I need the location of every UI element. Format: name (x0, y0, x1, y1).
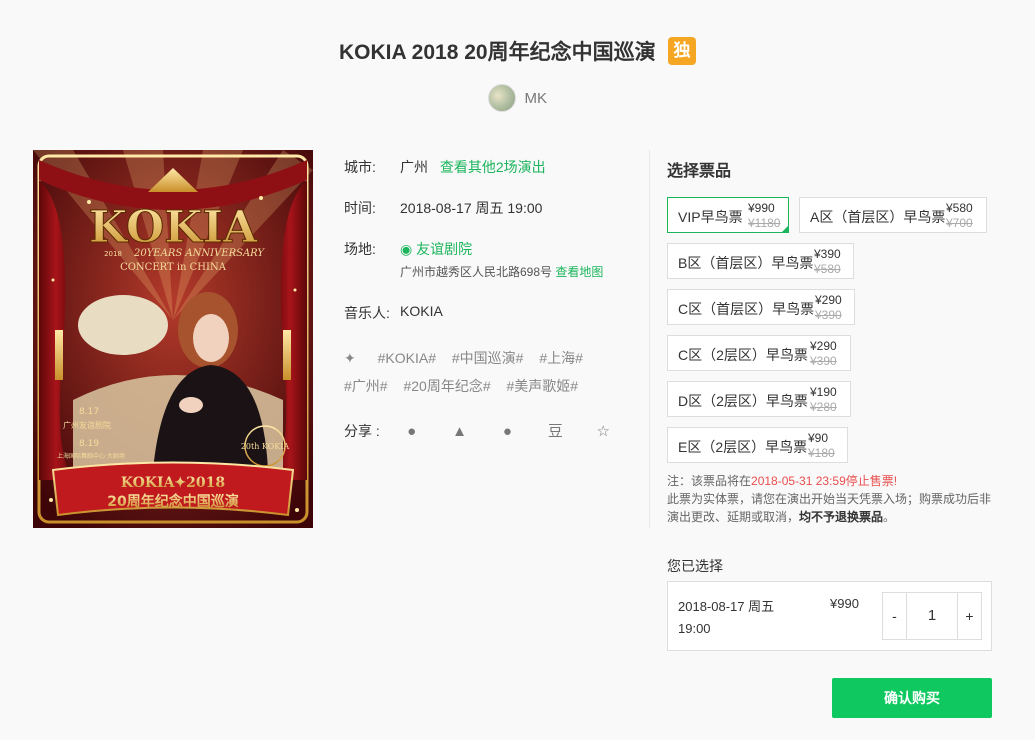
selection-box: 2018-08-17 周五 19:00 ¥990 - 1 + (667, 581, 992, 651)
tag-link[interactable]: #中国巡演# (452, 350, 524, 366)
notice-deadline: 2018-05-31 23:59停止售票! (751, 474, 898, 488)
favorite-icon[interactable]: ☆ (593, 422, 613, 440)
ticket-option-a[interactable]: A区（首层区）早鸟票 ¥580 ¥700 (799, 197, 987, 233)
ticket-original-price: ¥280 (810, 400, 837, 414)
ticket-price: ¥390 (814, 247, 841, 261)
ticket-price: ¥90 (808, 431, 829, 445)
tags-line-1: ✦ #KOKIA# #中国巡演# #上海# (344, 348, 595, 368)
other-shows-link[interactable]: 查看其他2场演出 (440, 159, 546, 175)
musician-value[interactable]: KOKIA (400, 303, 443, 319)
ticket-original-price: ¥390 (810, 354, 837, 368)
douban-icon[interactable]: 豆 (545, 420, 565, 441)
wechat-icon[interactable]: ● (497, 423, 517, 440)
ticket-policy-line-2: 演出更改、延期或取消，均不予退换票品。 (667, 508, 895, 526)
no-refund-text: 均不予退换票品 (799, 510, 884, 524)
city-value: 广州 查看其他2场演出 (400, 157, 546, 177)
poster-subtitle-2: CONCERT in CHINA (120, 262, 227, 273)
venue-link[interactable]: 友谊剧院 (416, 241, 472, 257)
increase-button[interactable]: + (957, 593, 981, 639)
title-row: KOKIA 2018 20周年纪念中国巡演 独 (0, 36, 1035, 66)
tag-link[interactable]: #广州# (344, 378, 388, 394)
ticket-name: VIP早鸟票 (678, 209, 743, 225)
poster-banner-1: KOKIA✦2018 (121, 475, 225, 491)
ticket-name: B区（首层区）早鸟票 (678, 255, 814, 271)
poster-venue-2: 上海国际舞蹈中心·大剧场 (57, 452, 125, 460)
city-name: 广州 (400, 159, 428, 175)
ticket-original-price: ¥700 (946, 216, 973, 230)
poster-logo: KOKIA (89, 202, 258, 253)
ticket-price: ¥190 (810, 385, 837, 399)
tags-line-2: #广州# #20周年纪念# #美声歌姬# (344, 376, 590, 396)
location-pin-icon: ◉ (400, 241, 413, 257)
poster-venue-1: 广州友谊剧院 (63, 420, 111, 430)
poster-date-2: 8.19 (79, 439, 99, 449)
share-row: 分享 : ● ▲ ● 豆 ☆ (344, 420, 637, 441)
poster-year-tag: 2018 (104, 250, 122, 258)
map-link[interactable]: 查看地图 (555, 265, 603, 279)
ticket-price: ¥990 (748, 201, 775, 215)
avatar[interactable] (488, 84, 517, 112)
time-value: 2018-08-17 周五 19:00 (400, 200, 543, 216)
musician-label: 音乐人: (344, 305, 390, 321)
ticket-original-price: ¥180 (808, 446, 835, 460)
weibo-icon[interactable]: ● (402, 423, 422, 440)
ticket-option-c-2[interactable]: C区（2层区）早鸟票 ¥290 ¥390 (667, 335, 851, 371)
ticket-section-title: 选择票品 (667, 163, 732, 180)
notice-prefix: 注：该票品将在 (667, 474, 752, 488)
tag-icon: ✦ (344, 350, 356, 366)
ticket-option-vip[interactable]: VIP早鸟票 ¥990 ¥1180 (667, 197, 789, 233)
policy-end: 。 (883, 510, 896, 524)
ticket-option-e[interactable]: E区（2层区）早鸟票 ¥90 ¥180 (667, 427, 848, 463)
ticket-option-b[interactable]: B区（首层区）早鸟票 ¥390 ¥580 (667, 243, 854, 279)
time-label: 时间: (344, 200, 376, 216)
confirm-purchase-button[interactable]: 确认购买 (832, 678, 992, 718)
tag-link[interactable]: #KOKIA# (378, 350, 436, 366)
ticket-option-c-1[interactable]: C区（首层区）早鸟票 ¥290 ¥390 (667, 289, 855, 325)
tag-link[interactable]: #20周年纪念# (403, 378, 490, 394)
exclusive-badge: 独 (668, 37, 697, 65)
decrease-button[interactable]: - (883, 593, 907, 639)
ticket-price: ¥580 (946, 201, 973, 215)
author-name[interactable]: MK (524, 90, 547, 107)
venue-address: 广州市越秀区人民北路698号 查看地图 (400, 263, 603, 280)
tag-link[interactable]: #上海# (539, 350, 583, 366)
ticket-name: C区（2层区）早鸟票 (678, 347, 808, 363)
event-poster: KOKIA 20YEARS ANNIVERSARY CONCERT in CHI… (33, 150, 313, 528)
ticket-original-price: ¥390 (815, 308, 842, 322)
author[interactable]: MK (0, 84, 1035, 112)
address-text: 广州市越秀区人民北路698号 (400, 265, 553, 279)
selected-check-icon (781, 225, 789, 233)
ticket-name: C区（首层区）早鸟票 (678, 301, 815, 317)
policy-text: 演出更改、延期或取消， (667, 510, 800, 524)
share-label: 分享 : (344, 423, 380, 439)
ticket-name: A区（首层区）早鸟票 (810, 209, 946, 225)
poster-subtitle-1: 20YEARS ANNIVERSARY (133, 248, 265, 259)
ticket-original-price: ¥1180 (748, 216, 781, 230)
page-title: KOKIA 2018 20周年纪念中国巡演 (338, 41, 656, 64)
selected-date: 2018-08-17 周五 (678, 599, 775, 614)
poster-seal: 20th KOKIA (241, 442, 290, 451)
qq-icon[interactable]: ▲ (450, 423, 470, 440)
poster-date-1: 8.17 (79, 407, 99, 417)
ticket-name: D区（2层区）早鸟票 (678, 393, 808, 409)
ticket-original-price: ¥580 (814, 262, 841, 276)
tag-link[interactable]: #美声歌姬# (507, 378, 579, 394)
ticket-option-d[interactable]: D区（2层区）早鸟票 ¥190 ¥280 (667, 381, 851, 417)
selected-price: ¥990 (830, 596, 859, 611)
selected-time: 19:00 (678, 621, 711, 636)
divider (649, 150, 650, 528)
city-label: 城市: (344, 159, 376, 175)
ticket-name: E区（2层区）早鸟票 (678, 439, 808, 455)
selection-title: 您已选择 (667, 558, 723, 574)
venue-value[interactable]: ◉ 友谊剧院 (400, 239, 472, 259)
quantity-stepper: - 1 + (882, 592, 982, 640)
poster-banner-2: 20周年纪念中国巡演 (107, 493, 238, 510)
ticket-price: ¥290 (815, 293, 842, 307)
ticket-price: ¥290 (810, 339, 837, 353)
ticket-policy-line-1: 此票为实体票，请您在演出开始当天凭票入场；购票成功后非 (667, 492, 992, 506)
quantity-value[interactable]: 1 (907, 593, 957, 639)
venue-label: 场地: (344, 241, 376, 257)
sale-notice: 注：该票品将在2018-05-31 23:59停止售票! (667, 472, 897, 490)
